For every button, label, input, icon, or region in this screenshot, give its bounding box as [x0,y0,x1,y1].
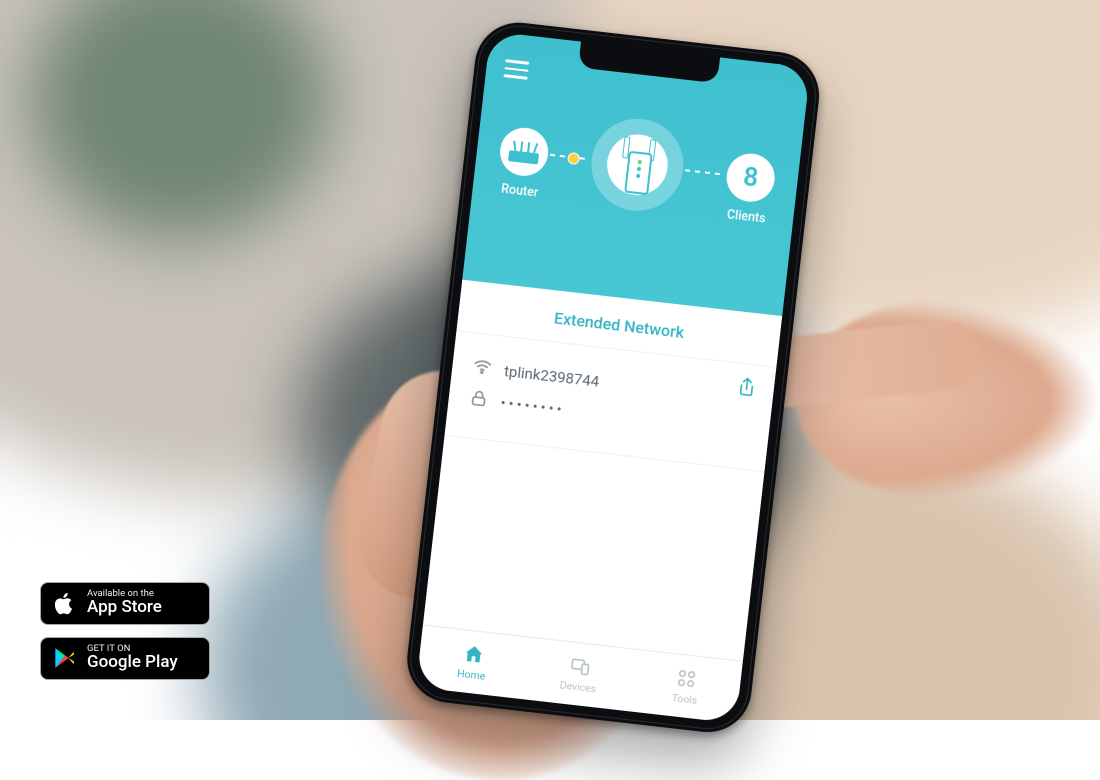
tools-icon [675,666,699,690]
store-badges: Available on the App Store GET IT ON Goo… [40,582,210,680]
google-play-icon [51,645,77,671]
clients-node[interactable]: 8 Clients [721,151,777,227]
app-store-badge[interactable]: Available on the App Store [40,582,210,625]
apple-icon [51,590,77,616]
tab-home[interactable]: Home [416,625,530,699]
share-icon [733,375,757,399]
network-topology: Router 8 Clients [470,101,803,252]
devices-icon [568,654,592,678]
menu-button[interactable] [503,59,529,80]
link-extender-clients [685,169,725,176]
clients-label: Clients [726,207,766,226]
extender-label [628,218,633,233]
google-play-name: Google Play [87,653,178,673]
app-store-name: App Store [87,598,162,618]
link-router-extender [550,153,590,160]
tab-home-label: Home [456,667,486,683]
google-play-pretext: GET IT ON [87,644,178,654]
tab-devices-label: Devices [559,678,597,695]
google-play-badge[interactable]: GET IT ON Google Play [40,637,210,680]
clients-count: 8 [742,162,760,193]
share-button[interactable] [732,375,757,403]
tab-tools-label: Tools [671,691,698,707]
lock-icon [467,387,490,413]
router-node[interactable]: Router [495,125,551,201]
home-icon [461,642,485,666]
wifi-icon [471,355,494,381]
router-icon [508,139,540,164]
tab-devices[interactable]: Devices [522,638,636,712]
router-label: Router [500,182,539,201]
app-store-pretext: Available on the [87,589,162,599]
extender-node[interactable] [584,114,688,239]
app-screen: Router 8 Clients [416,31,811,723]
tab-tools[interactable]: Tools [629,650,743,724]
ssid-value: tplink2398744 [503,362,600,391]
extender-icon [614,136,660,194]
password-value: •••••••• [500,394,566,419]
